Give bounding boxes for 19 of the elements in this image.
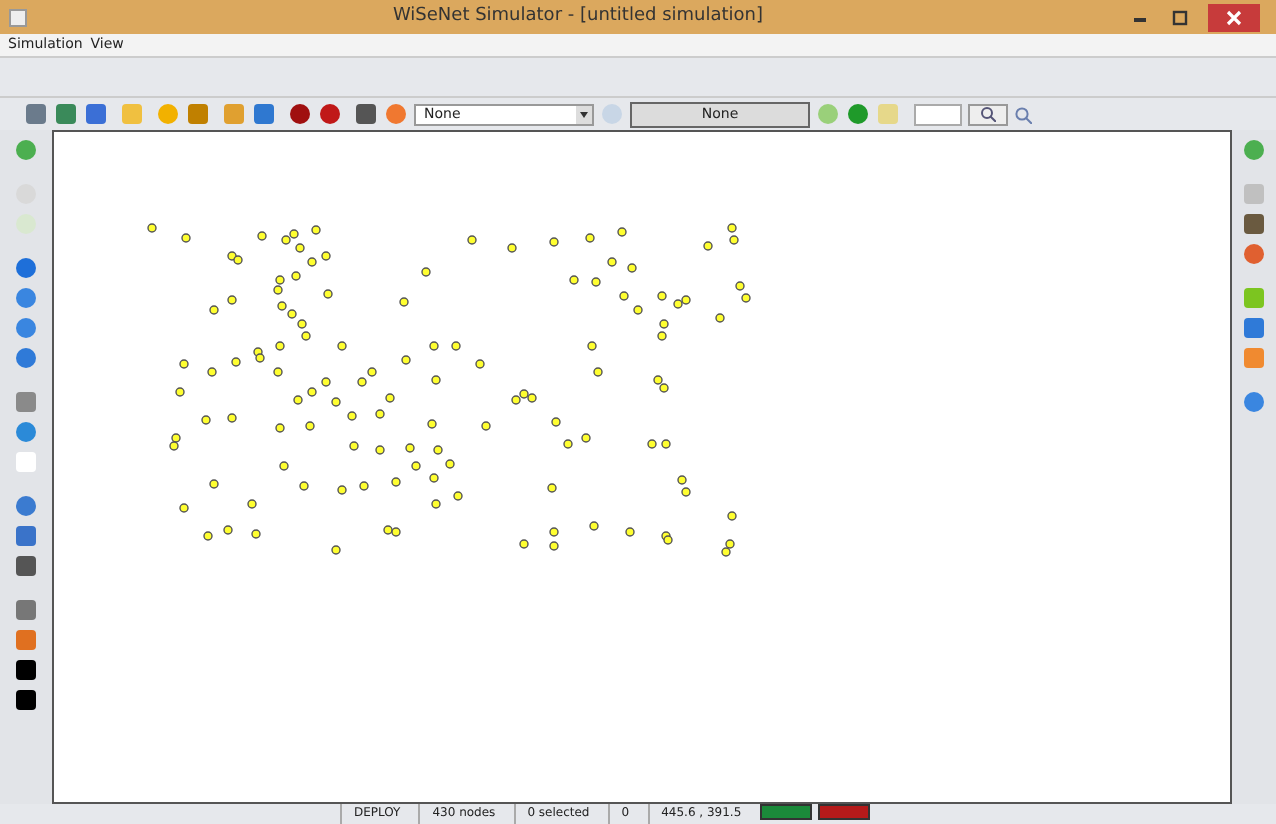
- circle-icon[interactable]: [14, 346, 38, 370]
- circle-icon[interactable]: [846, 102, 870, 126]
- restore-icon[interactable]: [1168, 7, 1192, 27]
- circle-icon[interactable]: [14, 316, 38, 340]
- search-icon[interactable]: [1014, 105, 1032, 123]
- square-icon[interactable]: [14, 688, 38, 712]
- caret-icon: [576, 105, 592, 123]
- indicator: [817, 804, 870, 820]
- circle-icon[interactable]: [14, 286, 38, 310]
- circle-icon[interactable]: [1242, 138, 1266, 162]
- circle-icon[interactable]: [14, 256, 38, 280]
- window-title: WiSeNet Simulator - [untitled simulation]: [390, 3, 766, 30]
- indicator: [759, 804, 812, 820]
- square-icon[interactable]: [14, 658, 38, 682]
- close-icon[interactable]: [1208, 3, 1260, 31]
- app-icon: [8, 7, 28, 27]
- zoom-button[interactable]: [968, 103, 1008, 125]
- search-icon: [980, 106, 996, 122]
- input-field[interactable]: [914, 103, 962, 125]
